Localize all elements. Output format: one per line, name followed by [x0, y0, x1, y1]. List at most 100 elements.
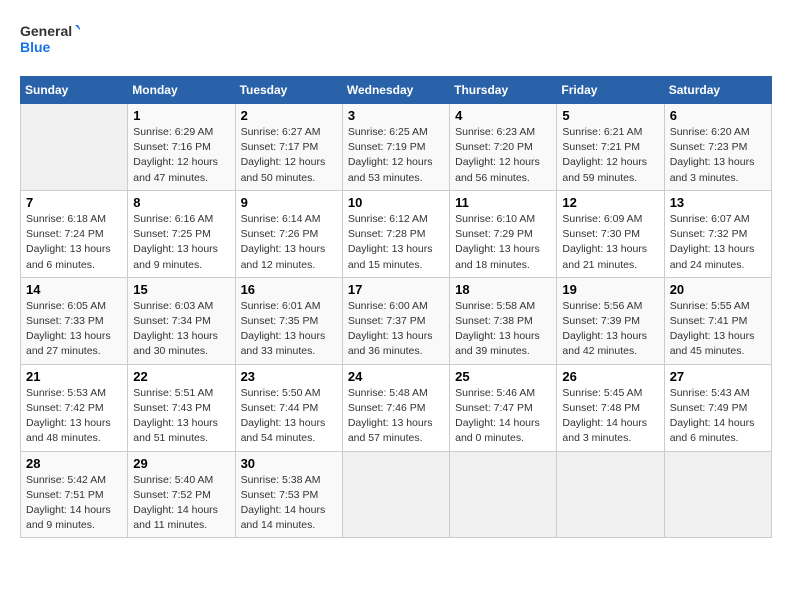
day-cell: 25 Sunrise: 5:46 AMSunset: 7:47 PMDayligh… — [450, 364, 557, 451]
day-info: Sunrise: 6:18 AMSunset: 7:24 PMDaylight:… — [26, 212, 122, 273]
day-cell: 26 Sunrise: 5:45 AMSunset: 7:48 PMDayligh… — [557, 364, 664, 451]
day-info: Sunrise: 6:25 AMSunset: 7:19 PMDaylight:… — [348, 125, 444, 186]
day-cell — [342, 451, 449, 538]
day-number: 11 — [455, 195, 551, 210]
week-row-2: 7 Sunrise: 6:18 AMSunset: 7:24 PMDaylight… — [21, 190, 772, 277]
day-number: 16 — [241, 282, 337, 297]
day-number: 22 — [133, 369, 229, 384]
day-cell — [21, 104, 128, 191]
day-number: 14 — [26, 282, 122, 297]
day-number: 8 — [133, 195, 229, 210]
day-cell — [450, 451, 557, 538]
day-number: 5 — [562, 108, 658, 123]
day-info: Sunrise: 5:45 AMSunset: 7:48 PMDaylight:… — [562, 386, 658, 447]
day-number: 6 — [670, 108, 766, 123]
day-info: Sunrise: 6:09 AMSunset: 7:30 PMDaylight:… — [562, 212, 658, 273]
day-cell: 15 Sunrise: 6:03 AMSunset: 7:34 PMDayligh… — [128, 277, 235, 364]
column-header-saturday: Saturday — [664, 77, 771, 104]
day-number: 2 — [241, 108, 337, 123]
day-number: 28 — [26, 456, 122, 471]
column-header-tuesday: Tuesday — [235, 77, 342, 104]
day-cell: 3 Sunrise: 6:25 AMSunset: 7:19 PMDaylight… — [342, 104, 449, 191]
column-header-wednesday: Wednesday — [342, 77, 449, 104]
svg-text:General: General — [20, 23, 72, 39]
column-header-sunday: Sunday — [21, 77, 128, 104]
day-number: 21 — [26, 369, 122, 384]
day-info: Sunrise: 6:03 AMSunset: 7:34 PMDaylight:… — [133, 299, 229, 360]
day-info: Sunrise: 5:46 AMSunset: 7:47 PMDaylight:… — [455, 386, 551, 447]
day-number: 23 — [241, 369, 337, 384]
day-cell: 8 Sunrise: 6:16 AMSunset: 7:25 PMDaylight… — [128, 190, 235, 277]
column-header-friday: Friday — [557, 77, 664, 104]
day-info: Sunrise: 6:16 AMSunset: 7:25 PMDaylight:… — [133, 212, 229, 273]
day-cell: 27Sunrise: 5:43 AMSunset: 7:49 PMDayligh… — [664, 364, 771, 451]
week-row-5: 28 Sunrise: 5:42 AMSunset: 7:51 PMDayligh… — [21, 451, 772, 538]
day-info: Sunrise: 5:38 AMSunset: 7:53 PMDaylight:… — [241, 473, 337, 534]
day-info: Sunrise: 6:29 AMSunset: 7:16 PMDaylight:… — [133, 125, 229, 186]
column-header-monday: Monday — [128, 77, 235, 104]
day-cell: 16Sunrise: 6:01 AMSunset: 7:35 PMDayligh… — [235, 277, 342, 364]
day-cell: 18Sunrise: 5:58 AMSunset: 7:38 PMDayligh… — [450, 277, 557, 364]
day-info: Sunrise: 5:42 AMSunset: 7:51 PMDaylight:… — [26, 473, 122, 534]
logo-svg: General Blue — [20, 20, 80, 60]
day-number: 3 — [348, 108, 444, 123]
logo: General Blue — [20, 20, 80, 60]
day-cell: 4 Sunrise: 6:23 AMSunset: 7:20 PMDaylight… — [450, 104, 557, 191]
day-cell: 24 Sunrise: 5:48 AMSunset: 7:46 PMDayligh… — [342, 364, 449, 451]
day-info: Sunrise: 6:05 AMSunset: 7:33 PMDaylight:… — [26, 299, 122, 360]
day-number: 24 — [348, 369, 444, 384]
day-cell: 13 Sunrise: 6:07 AMSunset: 7:32 PMDayligh… — [664, 190, 771, 277]
day-info: Sunrise: 5:40 AMSunset: 7:52 PMDaylight:… — [133, 473, 229, 534]
week-row-3: 14 Sunrise: 6:05 AMSunset: 7:33 PMDayligh… — [21, 277, 772, 364]
day-cell: 2 Sunrise: 6:27 AMSunset: 7:17 PMDaylight… — [235, 104, 342, 191]
calendar-table: SundayMondayTuesdayWednesdayThursdayFrid… — [20, 76, 772, 538]
day-number: 7 — [26, 195, 122, 210]
day-info: Sunrise: 6:12 AMSunset: 7:28 PMDaylight:… — [348, 212, 444, 273]
day-number: 10 — [348, 195, 444, 210]
day-cell: 22 Sunrise: 5:51 AMSunset: 7:43 PMDayligh… — [128, 364, 235, 451]
day-info: Sunrise: 6:14 AMSunset: 7:26 PMDaylight:… — [241, 212, 337, 273]
day-cell: 12Sunrise: 6:09 AMSunset: 7:30 PMDayligh… — [557, 190, 664, 277]
day-cell: 7 Sunrise: 6:18 AMSunset: 7:24 PMDaylight… — [21, 190, 128, 277]
day-info: Sunrise: 6:00 AMSunset: 7:37 PMDaylight:… — [348, 299, 444, 360]
day-cell: 9Sunrise: 6:14 AMSunset: 7:26 PMDaylight… — [235, 190, 342, 277]
day-cell: 21Sunrise: 5:53 AMSunset: 7:42 PMDayligh… — [21, 364, 128, 451]
day-info: Sunrise: 6:20 AMSunset: 7:23 PMDaylight:… — [670, 125, 766, 186]
day-number: 19 — [562, 282, 658, 297]
day-cell: 17 Sunrise: 6:00 AMSunset: 7:37 PMDayligh… — [342, 277, 449, 364]
day-cell — [664, 451, 771, 538]
day-cell: 10 Sunrise: 6:12 AMSunset: 7:28 PMDayligh… — [342, 190, 449, 277]
day-cell: 20Sunrise: 5:55 AMSunset: 7:41 PMDayligh… — [664, 277, 771, 364]
day-cell: 29 Sunrise: 5:40 AMSunset: 7:52 PMDayligh… — [128, 451, 235, 538]
day-number: 4 — [455, 108, 551, 123]
column-header-thursday: Thursday — [450, 77, 557, 104]
day-info: Sunrise: 6:27 AMSunset: 7:17 PMDaylight:… — [241, 125, 337, 186]
week-row-4: 21Sunrise: 5:53 AMSunset: 7:42 PMDayligh… — [21, 364, 772, 451]
day-cell: 23 Sunrise: 5:50 AMSunset: 7:44 PMDayligh… — [235, 364, 342, 451]
day-info: Sunrise: 5:43 AMSunset: 7:49 PMDaylight:… — [670, 386, 766, 447]
day-cell: 1 Sunrise: 6:29 AMSunset: 7:16 PMDaylight… — [128, 104, 235, 191]
day-cell: 19 Sunrise: 5:56 AMSunset: 7:39 PMDayligh… — [557, 277, 664, 364]
day-info: Sunrise: 6:07 AMSunset: 7:32 PMDaylight:… — [670, 212, 766, 273]
day-cell: 28 Sunrise: 5:42 AMSunset: 7:51 PMDayligh… — [21, 451, 128, 538]
day-cell: 5Sunrise: 6:21 AMSunset: 7:21 PMDaylight… — [557, 104, 664, 191]
day-number: 15 — [133, 282, 229, 297]
day-number: 17 — [348, 282, 444, 297]
day-info: Sunrise: 5:48 AMSunset: 7:46 PMDaylight:… — [348, 386, 444, 447]
day-info: Sunrise: 5:50 AMSunset: 7:44 PMDaylight:… — [241, 386, 337, 447]
day-cell: 14 Sunrise: 6:05 AMSunset: 7:33 PMDayligh… — [21, 277, 128, 364]
day-info: Sunrise: 5:56 AMSunset: 7:39 PMDaylight:… — [562, 299, 658, 360]
day-number: 26 — [562, 369, 658, 384]
day-number: 29 — [133, 456, 229, 471]
header: General Blue — [20, 20, 772, 60]
day-cell — [557, 451, 664, 538]
day-info: Sunrise: 5:51 AMSunset: 7:43 PMDaylight:… — [133, 386, 229, 447]
day-cell: 11Sunrise: 6:10 AMSunset: 7:29 PMDayligh… — [450, 190, 557, 277]
day-number: 25 — [455, 369, 551, 384]
day-number: 13 — [670, 195, 766, 210]
day-number: 20 — [670, 282, 766, 297]
day-info: Sunrise: 5:58 AMSunset: 7:38 PMDaylight:… — [455, 299, 551, 360]
day-number: 1 — [133, 108, 229, 123]
day-info: Sunrise: 6:23 AMSunset: 7:20 PMDaylight:… — [455, 125, 551, 186]
header-row: SundayMondayTuesdayWednesdayThursdayFrid… — [21, 77, 772, 104]
